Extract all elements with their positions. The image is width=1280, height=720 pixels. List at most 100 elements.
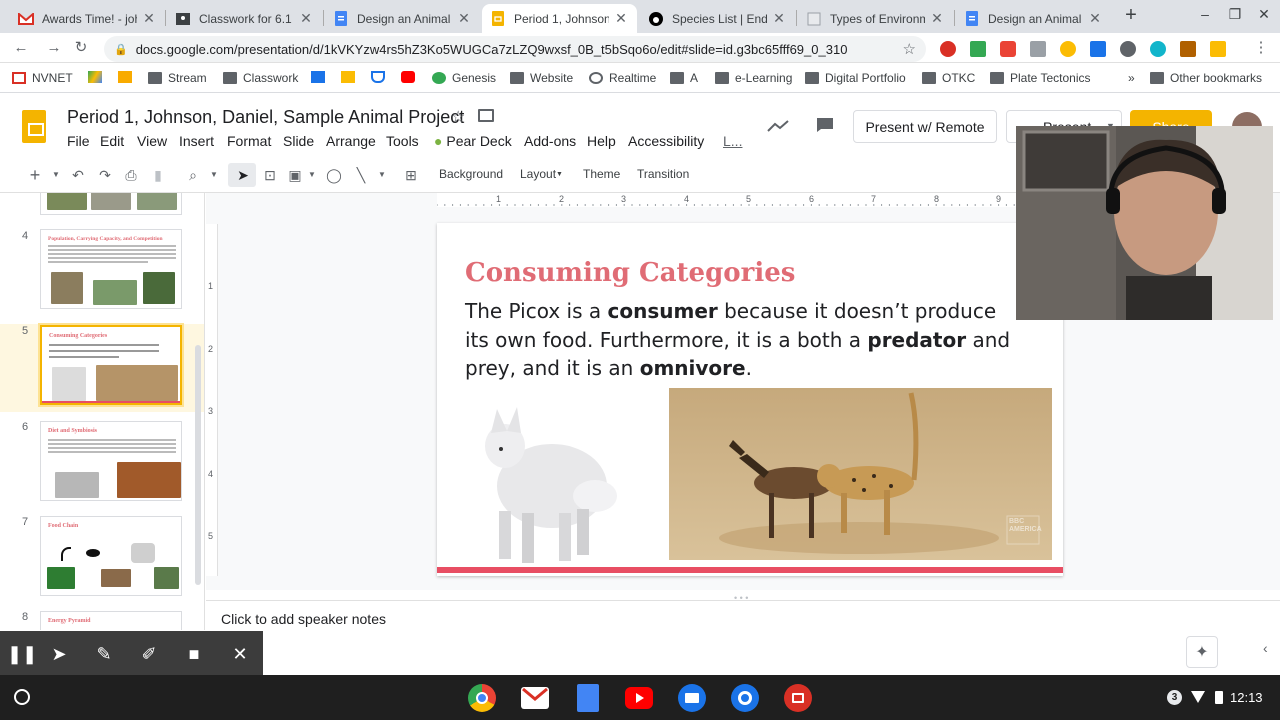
- new-slide-icon[interactable]: +: [25, 166, 45, 184]
- youtube-app-icon[interactable]: [625, 687, 653, 709]
- bookmark-item[interactable]: Other bookmarks: [1150, 71, 1262, 85]
- menu-arrange[interactable]: Arrange: [326, 133, 376, 149]
- bookmark-star-icon[interactable]: ☆: [903, 40, 916, 58]
- line-icon[interactable]: ╲: [351, 167, 371, 183]
- close-tab-icon[interactable]: ✕: [929, 10, 945, 27]
- pen-icon[interactable]: ✎: [93, 643, 115, 665]
- text-box-icon[interactable]: ⊡: [260, 167, 280, 183]
- theme-button[interactable]: Theme: [583, 167, 620, 181]
- zoom-icon[interactable]: ⌕: [183, 167, 203, 183]
- background-button[interactable]: Background: [439, 167, 503, 181]
- slides-logo-icon[interactable]: [22, 110, 46, 143]
- side-panel-chevron-icon[interactable]: ‹: [1263, 640, 1268, 656]
- bookmark-item[interactable]: Digital Portfolio: [805, 71, 906, 85]
- close-tab-icon[interactable]: ✕: [298, 10, 314, 27]
- docs-app-icon[interactable]: [577, 684, 599, 712]
- print-icon[interactable]: ⎙: [121, 167, 141, 183]
- move-folder-icon[interactable]: [478, 109, 494, 122]
- select-cursor-icon[interactable]: ➤: [233, 167, 253, 183]
- close-tab-icon[interactable]: ✕: [1087, 10, 1103, 27]
- star-icon[interactable]: ☆: [451, 107, 465, 127]
- new-slide-dropdown-icon[interactable]: ▼: [46, 167, 66, 183]
- extension-icon[interactable]: [970, 41, 986, 57]
- extension-icon[interactable]: [1090, 41, 1106, 57]
- bookmark-item[interactable]: A: [670, 71, 698, 85]
- back-icon[interactable]: ←: [12, 39, 30, 57]
- close-tab-icon[interactable]: ✕: [456, 10, 472, 27]
- bookmark-item[interactable]: NVNET: [12, 71, 73, 85]
- menu-tools[interactable]: Tools: [386, 133, 419, 149]
- document-title[interactable]: Period 1, Johnson, Daniel, Sample Animal…: [67, 107, 464, 128]
- filmstrip-scrollbar[interactable]: [195, 345, 201, 585]
- menu-accessibility[interactable]: Accessibility: [628, 133, 704, 149]
- pause-icon[interactable]: ❚❚: [7, 643, 37, 665]
- line-dropdown-icon[interactable]: ▼: [372, 167, 392, 183]
- system-clock[interactable]: 12:13: [1230, 690, 1263, 705]
- new-tab-button[interactable]: +: [1120, 5, 1142, 27]
- close-window-icon[interactable]: ✕: [1254, 6, 1274, 23]
- speaker-notes-placeholder[interactable]: Click to add speaker notes: [221, 611, 386, 627]
- browser-tab[interactable]: Classwork for 6.1 S ✕: [167, 4, 322, 33]
- menu-view[interactable]: View: [137, 133, 167, 149]
- forward-icon[interactable]: →: [45, 39, 63, 57]
- bookmark-item[interactable]: e-Learning: [715, 71, 792, 85]
- camera-icon[interactable]: ■: [183, 643, 205, 665]
- browser-tab[interactable]: Design an Animal T ✕: [956, 4, 1111, 33]
- explore-icon[interactable]: ✦: [1186, 636, 1218, 668]
- browser-tab-active[interactable]: Period 1, Johnson, ✕: [482, 4, 637, 33]
- files-app-icon[interactable]: [678, 684, 706, 712]
- slide-thumbnail[interactable]: Food Chain: [40, 516, 182, 596]
- battery-icon[interactable]: [1215, 691, 1223, 704]
- present-with-remote-button[interactable]: Present w/ Remote: [853, 110, 997, 143]
- pointer-icon[interactable]: ➤: [48, 643, 70, 665]
- paint-format-icon[interactable]: ▮: [148, 167, 168, 183]
- menu-insert[interactable]: Insert: [179, 133, 214, 149]
- layout-dropdown-icon[interactable]: ▼: [556, 171, 563, 178]
- browser-tab[interactable]: Species List | Endan ✕: [640, 4, 795, 33]
- add-comment-icon[interactable]: ⊞: [401, 167, 421, 183]
- extension-icon[interactable]: [1060, 41, 1076, 57]
- bookmark-item[interactable]: Stream: [148, 71, 207, 85]
- bookmark-item[interactable]: Classwork: [223, 71, 298, 85]
- bookmark-item[interactable]: [311, 71, 331, 83]
- chrome-app-icon[interactable]: [468, 684, 496, 712]
- extension-icon[interactable]: [1150, 41, 1166, 57]
- url-text[interactable]: docs.google.com/presentation/d/1kVKYzw4r…: [136, 42, 848, 57]
- extension-icon[interactable]: [1030, 41, 1046, 57]
- bookmark-item[interactable]: [118, 71, 138, 83]
- redo-icon[interactable]: ↷: [95, 167, 115, 183]
- extension-icon[interactable]: [1000, 41, 1016, 57]
- browser-tab[interactable]: Awards Time! - john ✕: [10, 4, 165, 33]
- close-tab-icon[interactable]: ✕: [613, 10, 629, 27]
- close-recorder-icon[interactable]: ✕: [229, 643, 251, 665]
- menu-edit[interactable]: Edit: [100, 133, 124, 149]
- webcam-overlay[interactable]: [1016, 126, 1273, 320]
- slide-title[interactable]: Consuming Categories: [465, 258, 795, 288]
- cheetah-hunting-image[interactable]: BBC AMERICA: [669, 388, 1052, 560]
- slide-thumbnail[interactable]: Population, Carrying Capacity, and Compe…: [40, 229, 182, 309]
- bookmark-item[interactable]: Website: [510, 71, 573, 85]
- activity-trend-icon[interactable]: [767, 117, 789, 138]
- last-edit-link[interactable]: L...: [723, 133, 742, 149]
- omnibox[interactable]: 🔒 docs.google.com/presentation/d/1kVKYzw…: [104, 36, 926, 62]
- slide-thumbnail-selected[interactable]: Consuming Categories: [40, 325, 182, 405]
- bookmark-item[interactable]: [401, 71, 421, 83]
- transition-button[interactable]: Transition: [637, 167, 689, 181]
- adblock-icon[interactable]: [940, 41, 956, 57]
- menu-file[interactable]: File: [67, 133, 90, 149]
- speaker-notes-panel[interactable]: Click to add speaker notes: [206, 600, 1280, 675]
- comment-icon[interactable]: [816, 117, 834, 136]
- current-slide[interactable]: Consuming Categories The Picox is a cons…: [437, 223, 1063, 576]
- bookmark-item[interactable]: [341, 71, 361, 83]
- settings-app-icon[interactable]: [731, 684, 759, 712]
- bookmarks-overflow-button[interactable]: »: [1128, 71, 1135, 85]
- slide-thumbnail[interactable]: Energy Pyramid: [40, 611, 182, 630]
- menu-help[interactable]: Help: [587, 133, 616, 149]
- launcher-icon[interactable]: [14, 689, 30, 705]
- bookmark-item[interactable]: [371, 71, 391, 83]
- reload-icon[interactable]: ↻: [72, 39, 90, 57]
- notification-badge[interactable]: 3: [1167, 690, 1182, 705]
- arctic-fox-image[interactable]: [477, 401, 627, 566]
- thumbs-up-icon[interactable]: [1210, 41, 1226, 57]
- image-dropdown-icon[interactable]: ▼: [302, 167, 322, 183]
